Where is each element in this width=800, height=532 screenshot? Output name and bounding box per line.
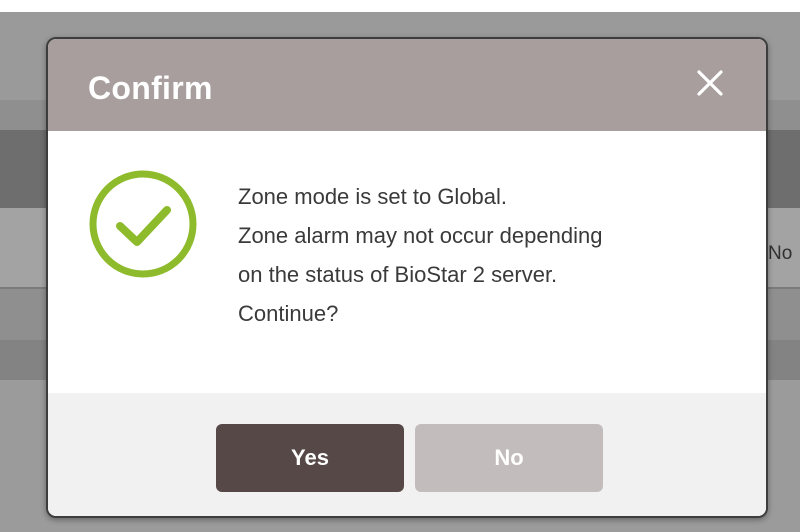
dialog-message: Zone mode is set to Global. Zone alarm m… [238,177,602,333]
dialog-footer: Yes No [48,393,766,516]
message-line: Continue? [238,301,339,326]
dialog-body: Zone mode is set to Global. Zone alarm m… [48,131,766,393]
screen: No Confirm Zone mode is set to Global. Z… [0,0,800,532]
dialog-header: Confirm [48,39,766,131]
background-cell-text: No [768,243,793,264]
no-button[interactable]: No [415,424,603,492]
close-icon [697,70,723,96]
dialog-title: Confirm [88,70,213,106]
background-top [0,0,800,12]
message-line: on the status of BioStar 2 server. [238,262,558,287]
message-line: Zone alarm may not occur depending [238,223,603,248]
message-line: Zone mode is set to Global. [238,184,508,209]
confirm-dialog: Confirm Zone mode is set to Global. Zone… [46,37,768,518]
yes-button[interactable]: Yes [216,424,404,492]
check-circle-icon [89,170,197,278]
close-button[interactable] [692,65,728,101]
